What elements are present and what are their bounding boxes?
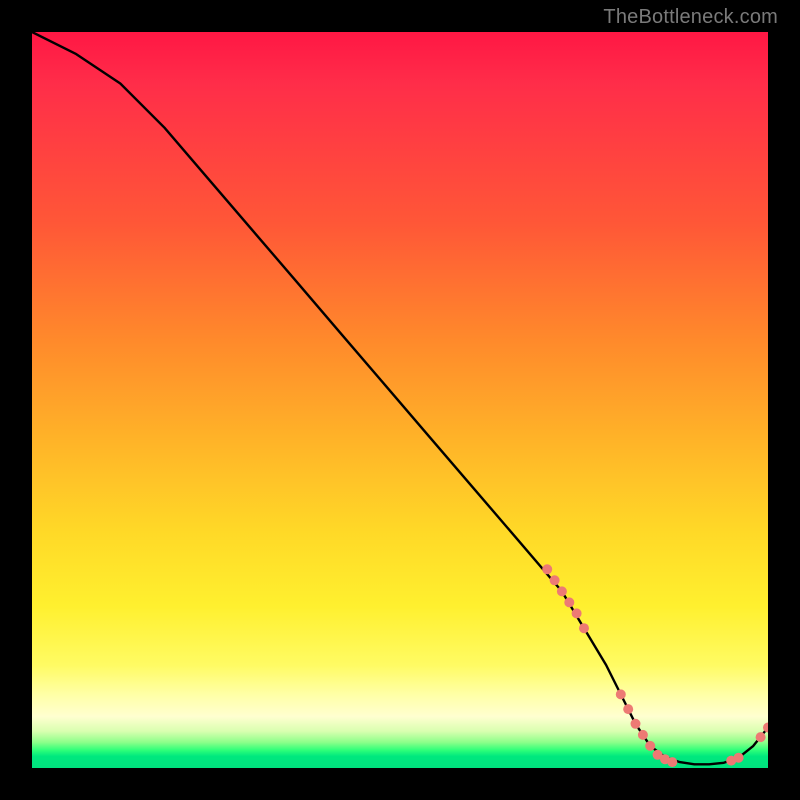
highlight-marker bbox=[734, 753, 744, 763]
highlight-marker bbox=[542, 564, 552, 574]
bottleneck-curve-line bbox=[32, 32, 768, 764]
highlight-marker bbox=[550, 575, 560, 585]
highlight-marker bbox=[579, 623, 589, 633]
highlight-marker bbox=[564, 597, 574, 607]
highlight-marker bbox=[631, 719, 641, 729]
highlight-marker bbox=[667, 757, 677, 767]
chart-stage: TheBottleneck.com bbox=[0, 0, 800, 800]
highlight-marker bbox=[756, 732, 766, 742]
plot-area bbox=[32, 32, 768, 768]
watermark-text: TheBottleneck.com bbox=[603, 6, 778, 29]
highlight-marker bbox=[572, 608, 582, 618]
highlight-marker bbox=[638, 730, 648, 740]
highlight-markers bbox=[542, 564, 768, 767]
highlight-marker bbox=[623, 704, 633, 714]
highlight-marker bbox=[645, 741, 655, 751]
highlight-marker bbox=[557, 586, 567, 596]
chart-svg bbox=[32, 32, 768, 768]
highlight-marker bbox=[616, 689, 626, 699]
